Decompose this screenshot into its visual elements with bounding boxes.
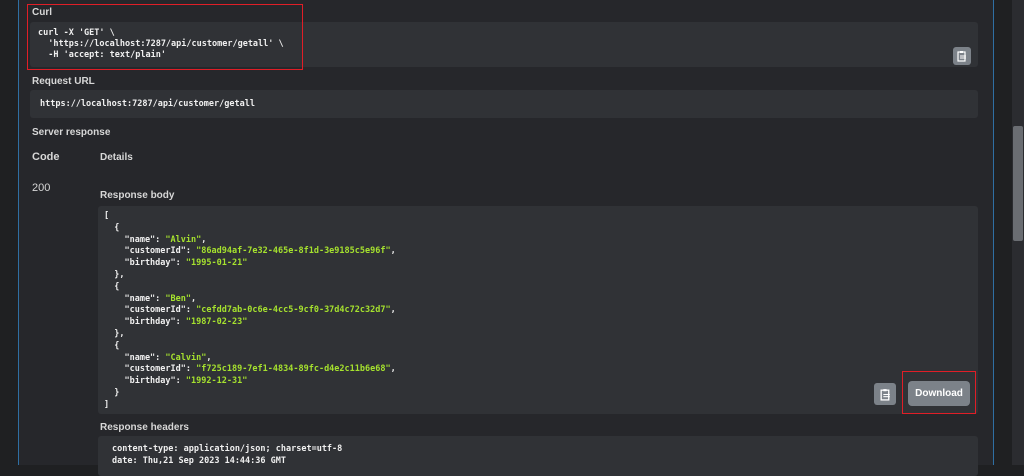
details-column-header: Details <box>100 152 133 163</box>
json-field: "name": "Alvin", <box>104 234 207 245</box>
response-headers: content-type: application/json; charset=… <box>98 436 978 476</box>
header-line: content-type: application/json; charset=… <box>112 444 343 454</box>
json-field: "birthday": "1995-01-21" <box>104 258 248 269</box>
clipboard-icon <box>957 51 966 62</box>
server-response-label: Server response <box>32 127 111 138</box>
json-bracket: [ <box>104 211 110 221</box>
json-field: "customerId": "cefdd7ab-0c6e-4cc5-9cf0-3… <box>104 305 396 316</box>
json-brace: { <box>104 281 120 292</box>
json-field: "name": "Calvin", <box>104 352 212 363</box>
response-body-label: Response body <box>100 190 175 201</box>
json-field: "customerId": "86ad94af-7e32-465e-8f1d-3… <box>104 246 396 257</box>
clipboard-icon <box>880 388 890 401</box>
response-code: 200 <box>32 182 51 194</box>
json-brace: }, <box>104 328 125 339</box>
header-line: date: Thu,21 Sep 2023 14:44:36 GMT <box>112 455 286 466</box>
json-brace: { <box>104 340 120 351</box>
request-url-label: Request URL <box>32 76 95 87</box>
copy-response-button[interactable] <box>874 383 896 405</box>
json-field: "customerId": "f725c189-7ef1-4834-89fc-d… <box>104 364 396 375</box>
request-url-value: https://localhost:7287/api/customer/geta… <box>30 90 978 118</box>
response-body: [ { "name": "Alvin", "customerId": "86ad… <box>98 206 978 414</box>
json-brace: } <box>104 387 120 398</box>
json-brace: { <box>104 222 120 233</box>
code-column-header: Code <box>32 151 60 163</box>
curl-highlight <box>27 4 303 70</box>
response-headers-label: Response headers <box>100 422 189 433</box>
json-field: "birthday": "1992-12-31" <box>104 376 248 387</box>
scrollbar-thumb[interactable] <box>1013 126 1023 241</box>
copy-curl-button[interactable] <box>953 47 971 65</box>
json-bracket: ] <box>104 399 110 410</box>
json-field: "birthday": "1987-02-23" <box>104 317 248 328</box>
json-brace: }, <box>104 269 125 280</box>
download-highlight <box>902 371 976 414</box>
json-field: "name": "Ben", <box>104 293 197 304</box>
